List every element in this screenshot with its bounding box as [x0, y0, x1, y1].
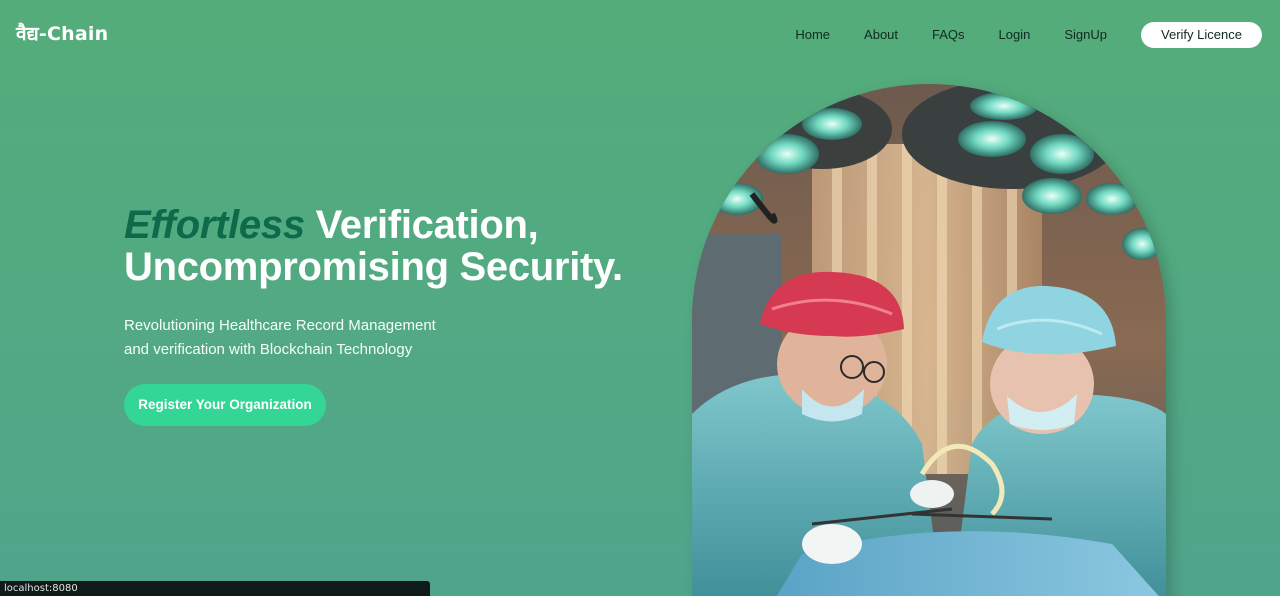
headline-line2: Uncompromising Security. — [124, 245, 623, 289]
hero-image — [692, 84, 1166, 596]
browser-status-bar: localhost:8080 — [0, 581, 430, 596]
hero-headline: Effortless Verification, Uncompromising … — [124, 204, 664, 288]
nav-link-home[interactable]: Home — [795, 22, 830, 48]
nav-link-login[interactable]: Login — [999, 22, 1031, 48]
headline-accent: Effortless — [124, 203, 305, 247]
hero-section: Effortless Verification, Uncompromising … — [124, 204, 664, 426]
subtitle-line2: and verification with Blockchain Technol… — [124, 341, 413, 358]
verify-licence-button[interactable]: Verify Licence — [1141, 22, 1262, 48]
top-nav: Home About FAQs Login SignUp Verify Lice… — [795, 22, 1262, 48]
logo[interactable]: वैद्य-Chain — [16, 20, 108, 46]
headline-line1-rest: Verification, — [304, 203, 539, 247]
nav-link-about[interactable]: About — [864, 22, 898, 48]
register-organization-button[interactable]: Register Your Organization — [124, 384, 326, 426]
nav-link-faqs[interactable]: FAQs — [932, 22, 965, 48]
subtitle-line1: Revolutioning Healthcare Record Manageme… — [124, 317, 436, 334]
surgery-illustration — [692, 84, 1166, 596]
hero-subtitle: Revolutioning Healthcare Record Manageme… — [124, 314, 484, 362]
nav-link-signup[interactable]: SignUp — [1064, 22, 1107, 48]
